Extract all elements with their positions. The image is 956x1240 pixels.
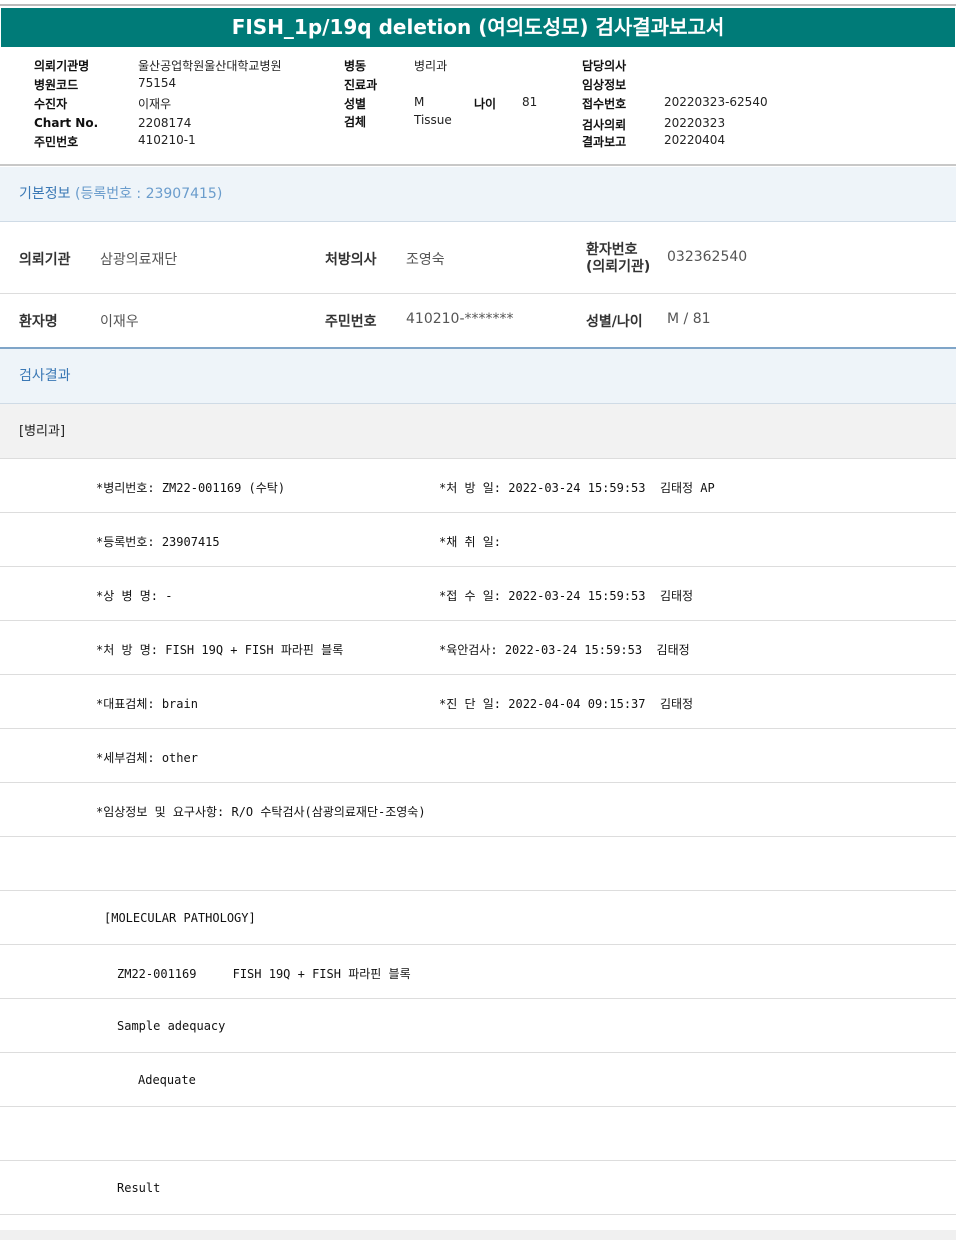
result-right: *처 방 일: 2022-03-24 15:59:53 김태정 AP: [439, 481, 715, 495]
registration-number: (등록번호 : 23907415): [74, 186, 223, 202]
report-line: [MOLECULAR PATHOLOGY]: [0, 891, 956, 945]
report-text: [MOLECULAR PATHOLOGY]: [104, 911, 256, 925]
result-row: *처 방 명: FISH 19Q + FISH 파라핀 블록 *육안검사: 202…: [0, 621, 956, 675]
info-label: 수진자: [34, 97, 68, 111]
result-row: *대표검체: brain *진 단 일: 2022-04-04 09:15:37 …: [0, 675, 956, 729]
info-value: 20220404: [664, 133, 726, 147]
report-text: Adequate: [138, 1073, 196, 1087]
field-value: 조영숙: [406, 252, 445, 268]
basic-row: 환자명 이재우 주민번호 410210-******* 성별/나이 M / 81: [0, 294, 956, 349]
report-line: Adequate: [0, 1053, 956, 1107]
report-text: ZM22-001169 FISH 19Q + FISH 파라핀 블록: [117, 967, 411, 981]
report-text: Result: [117, 1181, 161, 1195]
result-right: *채 취 일:: [439, 535, 502, 549]
result-row: *등록번호: 23907415 *채 취 일:: [0, 513, 956, 567]
report-title: FISH_1p/19q deletion (여의도성모) 검사결과보고서: [1, 8, 955, 47]
result-left: *세부검체: other: [96, 751, 198, 765]
field-label: 처방의사: [325, 252, 377, 268]
basic-row: 의뢰기관 삼광의료재단 처방의사 조영숙 환자번호 (의뢰기관) 0323625…: [0, 223, 956, 294]
field-value: 032362540: [667, 249, 748, 265]
info-value: 2208174: [138, 116, 192, 130]
result-right: *접 수 일: 2022-03-24 15:59:53 김태정: [439, 589, 694, 603]
info-value: 이재우: [138, 97, 172, 111]
info-value: M: [414, 95, 425, 109]
result-right: *진 단 일: 2022-04-04 09:15:37 김태정: [439, 697, 694, 711]
info-label: 의뢰기관명: [34, 59, 90, 73]
field-label: 성별/나이: [586, 314, 643, 330]
info-value: Tissue: [414, 113, 452, 127]
report-text: Sample adequacy: [117, 1019, 226, 1033]
report-line: ZM22-001169 FISH 19Q + FISH 파라핀 블록: [0, 945, 956, 999]
info-value: 병리과: [414, 59, 448, 73]
info-label: Chart No.: [34, 116, 99, 130]
info-value: 울산공업학원울산대학교병원: [138, 59, 282, 73]
result-row: *상 병 명: - *접 수 일: 2022-03-24 15:59:53 김태정: [0, 567, 956, 621]
report-line: Result: [0, 1161, 956, 1215]
info-value: 20220323: [664, 116, 726, 130]
section-title: 기본정보: [19, 186, 71, 202]
info-label: 주민번호: [34, 135, 79, 149]
field-value: M / 81: [667, 311, 711, 327]
top-border: [0, 4, 956, 6]
field-label: 의뢰기관: [19, 252, 71, 268]
department-label: [병리과]: [0, 404, 956, 459]
field-label: 환자명: [19, 314, 58, 330]
info-label: 병원코드: [34, 78, 79, 92]
info-label: 진료과: [344, 78, 378, 92]
result-left: *등록번호: 23907415: [96, 535, 220, 549]
result-left: *상 병 명: -: [96, 589, 173, 603]
bottom-bar: [0, 1230, 956, 1240]
result-left: *임상정보 및 요구사항: R/O 수탁검사(삼광의료재단-조영숙): [96, 805, 426, 819]
field-value: 410210-*******: [406, 311, 514, 327]
info-label: 담당의사: [582, 59, 627, 73]
info-label: 접수번호: [582, 97, 627, 111]
info-value: 20220323-62540: [664, 95, 768, 109]
info-label: 성별: [344, 97, 367, 111]
basic-info-header: 기본정보 (등록번호 : 23907415): [0, 167, 956, 222]
result-left: *병리번호: ZM22-001169 (수탁): [96, 481, 286, 495]
header-info: 의뢰기관명 울산공업학원울산대학교병원 병원코드 75154 수진자 이재우 C…: [0, 47, 956, 166]
info-value: 410210-1: [138, 133, 196, 147]
results-header: 검사결과: [0, 349, 956, 404]
field-label: 주민번호: [325, 314, 377, 330]
field-value: 이재우: [100, 314, 139, 330]
info-label: 병동: [344, 59, 367, 73]
result-left: *처 방 명: FISH 19Q + FISH 파라핀 블록: [96, 643, 344, 657]
result-left: *대표검체: brain: [96, 697, 198, 711]
report-line: [0, 1107, 956, 1161]
report-line: Sample adequacy: [0, 999, 956, 1053]
info-label: 검체: [344, 115, 367, 129]
info-label: 결과보고: [582, 135, 627, 149]
result-right: *육안검사: 2022-03-24 15:59:53 김태정: [439, 643, 690, 657]
result-row: *병리번호: ZM22-001169 (수탁) *처 방 일: 2022-03-2…: [0, 459, 956, 513]
field-label: (의뢰기관): [586, 259, 651, 275]
result-row: *세부검체: other: [0, 729, 956, 783]
info-label: 나이: [474, 97, 497, 111]
field-value: 삼광의료재단: [100, 252, 178, 268]
result-row: *임상정보 및 요구사항: R/O 수탁검사(삼광의료재단-조영숙): [0, 783, 956, 837]
info-value: 81: [522, 95, 538, 109]
info-value: 75154: [138, 76, 177, 90]
report-line: [0, 837, 956, 891]
info-label: 임상정보: [582, 78, 627, 92]
info-label: 검사의뢰: [582, 118, 627, 132]
